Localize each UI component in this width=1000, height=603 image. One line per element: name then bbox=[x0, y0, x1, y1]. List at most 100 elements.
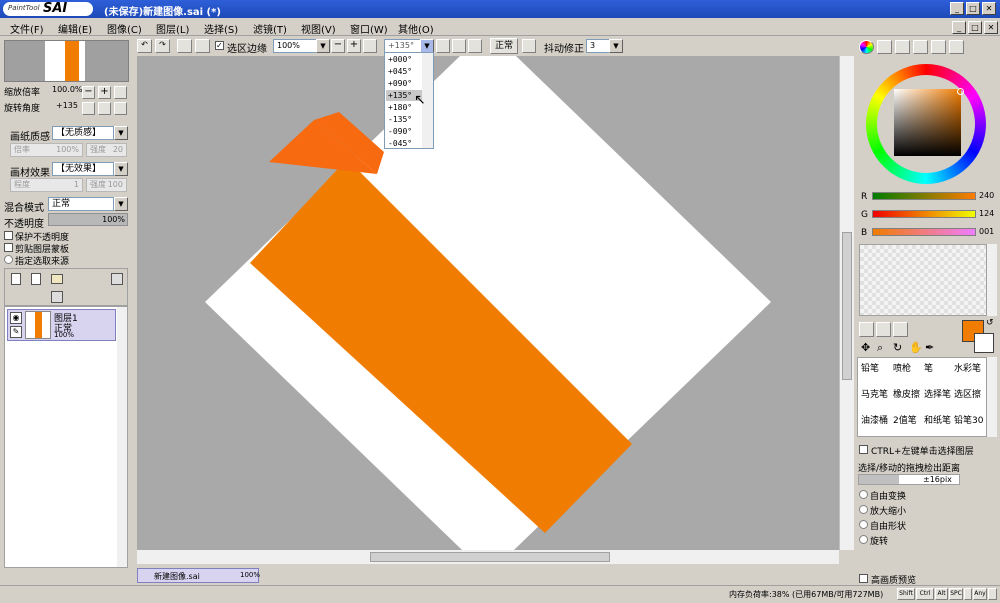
maximize-button[interactable]: □ bbox=[966, 2, 980, 15]
brush-binary-pen[interactable]: 2值笔 bbox=[893, 413, 917, 426]
canvas-vertical-scrollbar[interactable] bbox=[839, 56, 854, 550]
saturation-value-square[interactable] bbox=[894, 89, 961, 156]
toolbar-zoom-in-button[interactable]: + bbox=[347, 39, 361, 53]
magic-wand-icon[interactable] bbox=[893, 322, 908, 337]
brush-airbrush[interactable]: 喷枪 bbox=[893, 361, 911, 374]
flip-button[interactable] bbox=[522, 39, 536, 53]
toolbar-zoom-out-button[interactable]: − bbox=[331, 39, 345, 53]
paper-texture-dropdown[interactable]: ▼ bbox=[114, 126, 128, 140]
blend-mode-select[interactable]: 正常 bbox=[48, 197, 114, 211]
zoom-out-button[interactable]: − bbox=[82, 86, 95, 99]
mode-scale-radio[interactable] bbox=[859, 505, 868, 514]
clip-group-checkbox[interactable] bbox=[4, 243, 13, 252]
pencil-icon[interactable]: ✎ bbox=[10, 326, 22, 338]
rotate-left-button[interactable] bbox=[82, 102, 95, 115]
select-source-radio[interactable] bbox=[4, 255, 13, 264]
stabilizer-dropdown[interactable]: ▼ bbox=[609, 39, 623, 53]
zoom-dropdown[interactable]: ▼ bbox=[316, 39, 330, 53]
paper-strength-field[interactable]: 强度 20 bbox=[86, 143, 127, 157]
minimize-button[interactable]: _ bbox=[950, 2, 964, 15]
menu-select[interactable]: 选择(S) bbox=[204, 21, 238, 36]
rotation-option[interactable]: +090° bbox=[388, 79, 412, 88]
menu-window[interactable]: 窗口(W) bbox=[350, 21, 388, 36]
brush-pencil30[interactable]: 铅笔30 bbox=[954, 413, 983, 426]
blend-button[interactable]: 正常 bbox=[490, 38, 518, 54]
invert-select-button[interactable] bbox=[195, 39, 210, 53]
navigator-preview[interactable] bbox=[4, 40, 129, 82]
canvas-horizontal-scrollbar[interactable] bbox=[137, 550, 839, 564]
doc-minimize-button[interactable]: _ bbox=[952, 21, 966, 34]
swatch-tab-icon[interactable] bbox=[931, 40, 946, 54]
rotation-option[interactable]: +045° bbox=[388, 67, 412, 76]
opacity-slider[interactable]: 100% bbox=[48, 213, 128, 226]
rgb-slider-tab-icon[interactable] bbox=[877, 40, 892, 54]
protect-opacity-checkbox[interactable] bbox=[4, 231, 13, 240]
rotation-select[interactable]: +135° bbox=[384, 39, 424, 53]
mode-rotate-radio[interactable] bbox=[859, 535, 868, 544]
undo-button[interactable]: ↶ bbox=[137, 39, 152, 53]
vertical-scroll-thumb[interactable] bbox=[842, 232, 852, 380]
zoom-icon[interactable]: ⌕ bbox=[877, 341, 883, 355]
rotation-option[interactable]: -135° bbox=[388, 115, 412, 124]
merge-layer-icon[interactable] bbox=[51, 291, 63, 303]
rotate-reset-button[interactable] bbox=[114, 102, 127, 115]
swap-colors-icon[interactable]: ↺ bbox=[986, 318, 994, 328]
menu-edit[interactable]: 编辑(E) bbox=[58, 21, 92, 36]
menu-filter[interactable]: 滤镜(T) bbox=[253, 21, 287, 36]
lasso-icon[interactable] bbox=[876, 322, 891, 337]
brush-bucket[interactable]: 油漆桶 bbox=[861, 413, 888, 426]
doc-close-button[interactable]: ✕ bbox=[984, 21, 998, 34]
canvas-area[interactable] bbox=[137, 56, 839, 550]
mixer-tab-icon[interactable] bbox=[913, 40, 928, 54]
rotation-option-selected[interactable]: +135° bbox=[388, 91, 412, 100]
zoom-reset-button[interactable] bbox=[114, 86, 127, 99]
paper-effect-select[interactable]: 【无效果】 bbox=[52, 162, 114, 176]
selection-edge-checkbox[interactable]: ✓ bbox=[215, 41, 224, 50]
swatch-scrollbar[interactable] bbox=[987, 244, 997, 316]
layer-list-scrollbar[interactable] bbox=[117, 307, 127, 567]
horizontal-scroll-thumb[interactable] bbox=[370, 552, 610, 562]
rotation-option[interactable]: +000° bbox=[388, 55, 412, 64]
brush-eraser[interactable]: 橡皮擦 bbox=[893, 387, 920, 400]
brush-pen[interactable]: 笔 bbox=[924, 361, 933, 374]
toolbar-zoom-reset-button[interactable] bbox=[363, 39, 377, 53]
r-slider[interactable] bbox=[872, 192, 976, 200]
layer-mask-icon[interactable] bbox=[111, 273, 123, 285]
mode-free-transform-radio[interactable] bbox=[859, 490, 868, 499]
scratch-tab-icon[interactable] bbox=[949, 40, 964, 54]
redo-button[interactable]: ↷ bbox=[155, 39, 170, 53]
paper-effect-dropdown[interactable]: ▼ bbox=[114, 162, 128, 176]
paper-texture-select[interactable]: 【无质感】 bbox=[52, 126, 114, 140]
hq-preview-checkbox[interactable] bbox=[859, 574, 868, 583]
drag-distance-slider[interactable]: ±16pix bbox=[858, 474, 960, 485]
rotate-cw-button[interactable] bbox=[452, 39, 466, 53]
layer-row[interactable]: ◉ ✎ 图层1 正常 100% bbox=[7, 309, 116, 341]
rotation-dropdown[interactable]: ▼ bbox=[420, 39, 434, 53]
new-vector-layer-icon[interactable] bbox=[31, 273, 41, 285]
brush-palette-scrollbar[interactable] bbox=[987, 357, 997, 437]
brush-pencil[interactable]: 铅笔 bbox=[861, 361, 879, 374]
g-slider[interactable] bbox=[872, 210, 976, 218]
rotate-right-button[interactable] bbox=[98, 102, 111, 115]
swatch-grid[interactable] bbox=[859, 244, 987, 316]
brush-washi[interactable]: 和纸笔 bbox=[924, 413, 951, 426]
brush-watercolor[interactable]: 水彩笔 bbox=[954, 361, 981, 374]
brush-select-pen[interactable]: 选择笔 bbox=[924, 387, 951, 400]
menu-file[interactable]: 文件(F) bbox=[10, 21, 44, 36]
close-button[interactable]: ✕ bbox=[982, 2, 996, 15]
rotate-ccw-button[interactable] bbox=[436, 39, 450, 53]
blend-mode-dropdown[interactable]: ▼ bbox=[114, 197, 128, 211]
brush-marker[interactable]: 马克笔 bbox=[861, 387, 888, 400]
menu-image[interactable]: 图像(C) bbox=[107, 21, 142, 36]
eye-icon[interactable]: ◉ bbox=[10, 312, 22, 324]
move-icon[interactable]: ✥ bbox=[861, 341, 870, 354]
rotation-option[interactable]: +180° bbox=[388, 103, 412, 112]
rotation-option[interactable]: -090° bbox=[388, 127, 412, 136]
ctrl-click-checkbox[interactable] bbox=[859, 445, 868, 454]
zoom-select[interactable]: 100% bbox=[273, 39, 319, 53]
paper-rate-field[interactable]: 倍率 100% bbox=[10, 143, 83, 157]
background-color-swatch[interactable] bbox=[974, 333, 994, 353]
rotate-reset-toolbar-button[interactable] bbox=[468, 39, 482, 53]
hsv-slider-tab-icon[interactable] bbox=[895, 40, 910, 54]
deselect-button[interactable] bbox=[177, 39, 192, 53]
